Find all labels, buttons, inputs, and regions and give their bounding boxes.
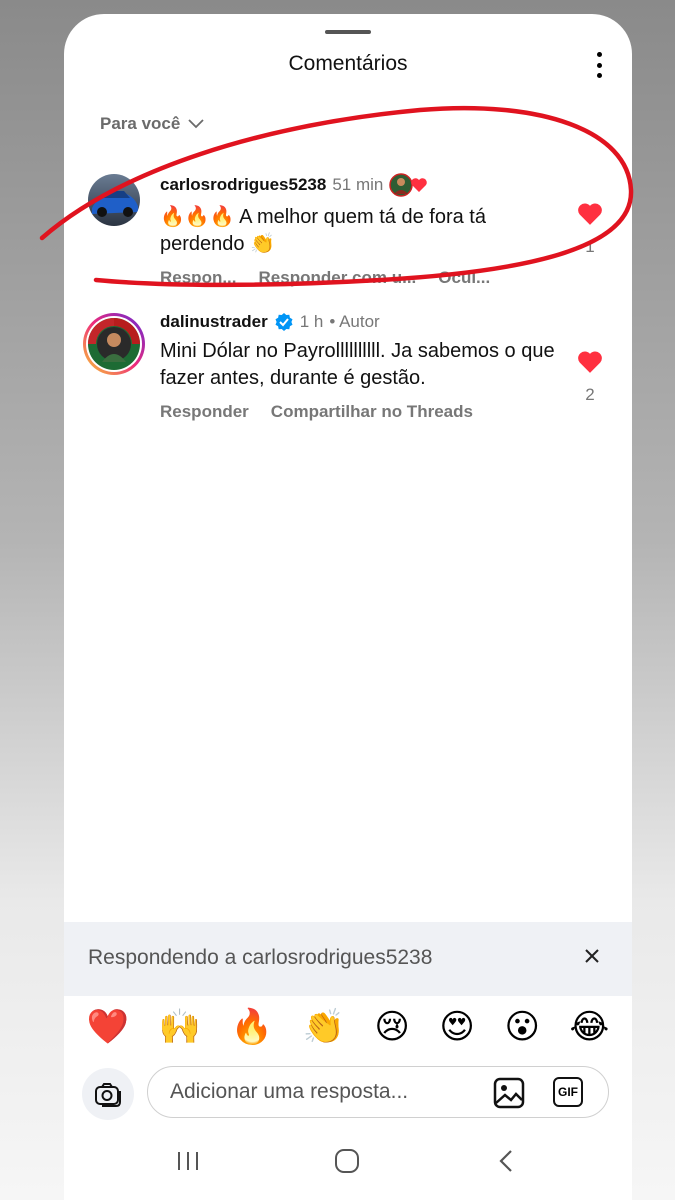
emoji-laughing[interactable]: 😂 [569,1007,609,1047]
share-threads-button[interactable]: Compartilhar no Threads [271,402,473,422]
emoji-heart-eyes[interactable]: 😍 [439,1007,474,1047]
close-icon[interactable] [582,946,602,966]
image-icon[interactable] [493,1077,525,1109]
comment-time: 51 min [332,175,384,194]
reply-field[interactable]: GIF [147,1066,609,1118]
camera-icon [95,1083,121,1107]
reply-input-row: GIF [82,1066,614,1122]
emoji-fire[interactable]: 🔥 [231,1007,273,1047]
comment-text: Mini Dólar no Payrollllllllll. Ja sabemo… [160,340,555,389]
gif-label: GIF [558,1085,578,1099]
comment-username[interactable]: carlosrodrigues5238 [160,175,326,195]
comment-content: dalinustrader 1 h • Autor Mini Dólar no … [160,312,560,422]
emoji-heart[interactable]: ❤️ [87,1007,129,1047]
like-count: 2 [585,385,595,404]
recents-icon[interactable] [174,1148,202,1174]
verified-badge-icon [275,313,293,331]
like-button[interactable]: 2 [576,350,604,405]
sort-label: Para você [100,114,181,133]
comment-time: 1 h [299,312,324,331]
heart-icon [578,203,602,225]
camera-button[interactable] [82,1068,134,1120]
sort-dropdown[interactable]: Para você [100,114,204,134]
reply-button[interactable]: Responder [160,402,249,422]
emoji-surprised[interactable]: 😮 [504,1007,539,1047]
comment-item: dalinustrader 1 h • Autor Mini Dólar no … [64,312,632,442]
chevron-down-icon [188,119,204,129]
comment-item: carlosrodrigues5238 51 min 🔥🔥🔥 A melhor … [64,172,632,292]
comment-content: carlosrodrigues5238 51 min 🔥🔥🔥 A melhor … [160,172,560,288]
comment-text: 🔥🔥🔥 A melhor quem tá de fora tá perdendo… [160,206,486,255]
quick-emoji-row: ❤️ 🙌 🔥 👏 😢 😍 😮 😂 [64,1002,632,1052]
replying-to-text: Respondendo a carlosrodrigues5238 [88,946,433,969]
page-title: Comentários [288,52,408,75]
reply-input[interactable] [168,1079,472,1105]
gif-button[interactable]: GIF [553,1077,583,1107]
author-label: • Autor [329,312,380,331]
like-button[interactable]: 1 [576,202,604,257]
comment-username[interactable]: dalinustrader [160,312,268,332]
avatar[interactable] [82,312,146,376]
back-icon[interactable] [496,1148,516,1174]
comments-sheet: Comentários Para você carlosrodrigues523… [64,14,632,1200]
drag-handle[interactable] [325,30,371,34]
author-liked-icon [389,172,429,198]
more-options-icon[interactable] [594,52,604,78]
replying-to-bar: Respondendo a carlosrodrigues5238 [64,922,632,996]
avatar[interactable] [88,174,140,226]
system-nav-bar [64,1144,632,1194]
reply-button[interactable]: Respon... [160,268,237,288]
like-count: 1 [585,237,595,256]
emoji-clap[interactable]: 👏 [303,1007,345,1047]
hide-button[interactable]: Ocul... [438,268,490,288]
emoji-raised-hands[interactable]: 🙌 [159,1007,201,1047]
home-icon[interactable] [334,1148,360,1174]
emoji-crying[interactable]: 😢 [374,1007,409,1047]
heart-icon [578,351,602,373]
reply-with-button[interactable]: Responder com u... [259,268,417,288]
